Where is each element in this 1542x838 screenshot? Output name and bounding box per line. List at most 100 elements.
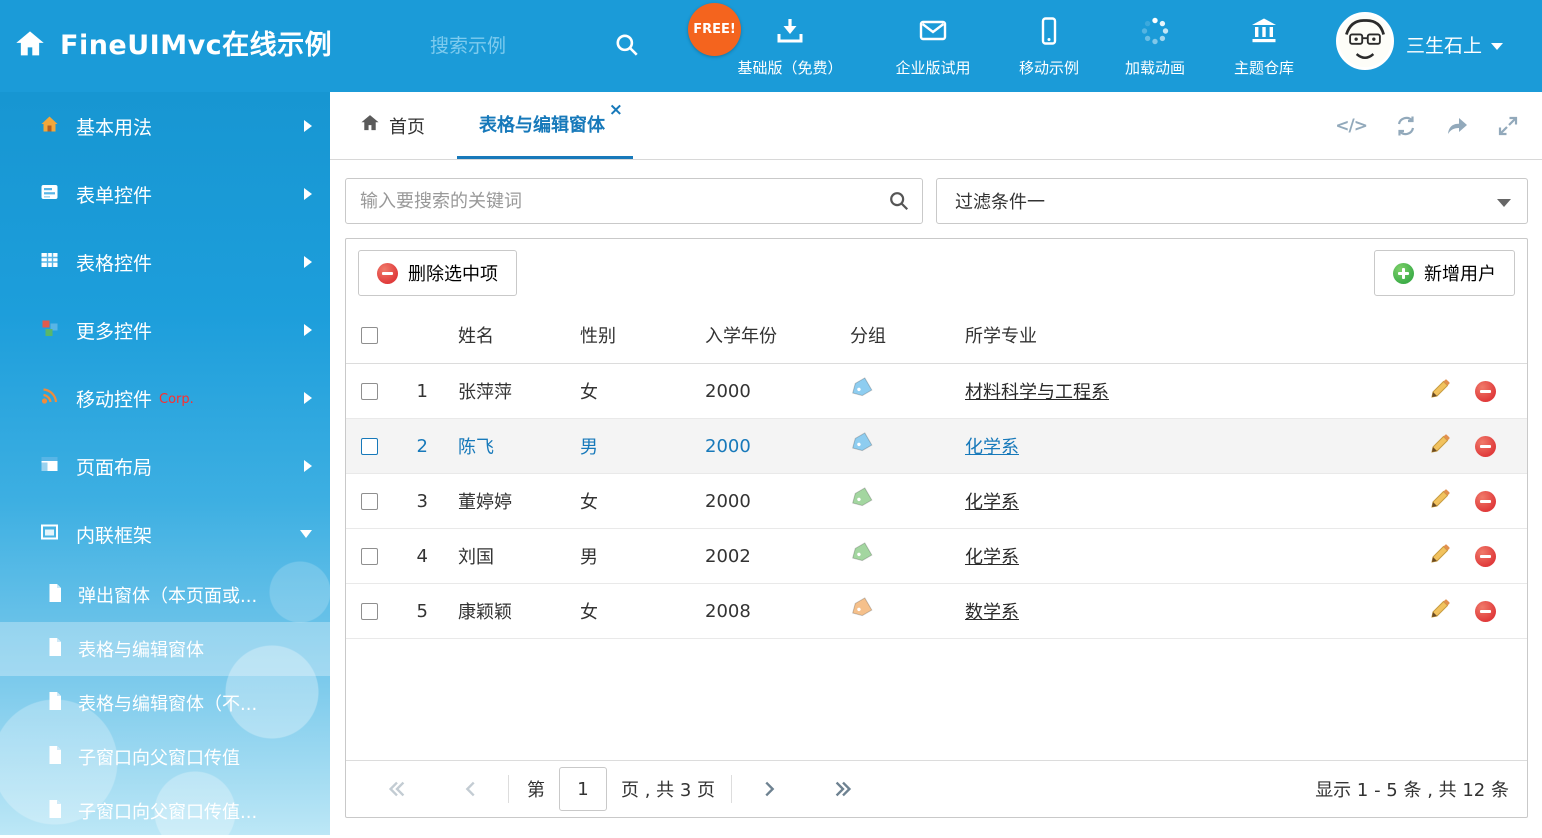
edit-pencil-icon[interactable] [1429, 488, 1451, 515]
nav-item-mobile-demo[interactable]: 移动示例 [989, 0, 1109, 92]
chevron-right-icon [304, 460, 312, 472]
header-search-input[interactable] [430, 27, 595, 65]
nav-label: 主题仓库 [1234, 57, 1294, 78]
chevron-right-icon [304, 256, 312, 268]
sidebar-subitem-label: 弹出窗体（本页面或... [78, 582, 257, 608]
search-icon[interactable] [614, 32, 640, 62]
page-body: 过滤条件一 删除选中项 新增用户 姓名 性别 入学年份 [330, 160, 1542, 818]
tab-tools: </> [1335, 92, 1520, 160]
row-index: 5 [392, 601, 450, 622]
edit-pencil-icon[interactable] [1429, 433, 1451, 460]
search-icon[interactable] [888, 190, 910, 216]
major-link[interactable]: 化学系 [957, 543, 1415, 569]
add-user-label: 新增用户 [1424, 260, 1496, 286]
sidebar-subitem-popup-window[interactable]: 弹出窗体（本页面或... [0, 568, 330, 622]
add-user-button[interactable]: 新增用户 [1374, 250, 1515, 296]
page-number-input[interactable] [559, 767, 607, 811]
cell-gender: 女 [572, 488, 697, 514]
sidebar-subitem-child-to-parent-2[interactable]: 子窗口向父窗口传值... [0, 784, 330, 838]
delete-selected-button[interactable]: 删除选中项 [358, 250, 517, 296]
row-checkbox[interactable] [361, 548, 378, 565]
row-checkbox[interactable] [361, 438, 378, 455]
file-icon [46, 691, 64, 716]
table-row[interactable]: 2 陈飞 男 2000 化学系 [346, 419, 1527, 474]
filter-dropdown[interactable]: 过滤条件一 [936, 178, 1528, 224]
tab-grid-edit-window[interactable]: 表格与编辑窗体 × [457, 92, 633, 159]
cell-group [842, 380, 957, 402]
cell-year: 2000 [697, 381, 842, 402]
source-code-icon[interactable]: </> [1335, 116, 1367, 136]
nav-item-theme-repo[interactable]: 主题仓库 [1204, 0, 1324, 92]
nav-label: 企业版试用 [895, 57, 970, 78]
cell-name: 康颖颖 [450, 598, 572, 624]
delete-row-icon[interactable] [1475, 491, 1496, 512]
filter-row: 过滤条件一 [345, 178, 1528, 224]
share-icon[interactable] [1445, 114, 1469, 138]
sidebar-item-page-layout[interactable]: 页面布局 [0, 432, 330, 500]
home-logo-icon[interactable] [14, 28, 46, 64]
cell-name: 刘国 [450, 543, 572, 569]
major-link[interactable]: 化学系 [957, 488, 1415, 514]
sidebar-subitem-grid-edit-window-2[interactable]: 表格与编辑窗体（不... [0, 676, 330, 730]
keyword-search-input[interactable] [345, 178, 923, 224]
pagination-bar: 第 页 , 共 3 页 显示 1 - 5 条 , 共 12 条 [346, 760, 1527, 817]
frame-icon [40, 523, 59, 545]
row-checkbox[interactable] [361, 493, 378, 510]
delete-row-icon[interactable] [1475, 436, 1496, 457]
sidebar-item-inline-frame[interactable]: 内联框架 [0, 500, 330, 568]
table-row[interactable]: 3 董婷婷 女 2000 化学系 [346, 474, 1527, 529]
sidebar-item-more-controls[interactable]: 更多控件 [0, 296, 330, 364]
prev-page-icon[interactable] [460, 778, 482, 800]
sidebar-item-label: 移动控件 [76, 385, 152, 412]
close-icon[interactable]: × [609, 102, 623, 119]
sidebar-subitem-child-to-parent[interactable]: 子窗口向父窗口传值 [0, 730, 330, 784]
cell-name: 陈飞 [450, 433, 572, 459]
user-menu[interactable]: 三生石上 [1406, 0, 1503, 92]
divider [508, 775, 509, 803]
nav-item-basic-free[interactable]: 基础版（免费） [716, 0, 864, 92]
nav-item-enterprise-trial[interactable]: 企业版试用 [868, 0, 998, 92]
file-icon [46, 583, 64, 608]
table-row[interactable]: 4 刘国 男 2002 化学系 [346, 529, 1527, 584]
table-row[interactable]: 1 张萍萍 女 2000 材料科学与工程系 [346, 364, 1527, 419]
file-icon [46, 745, 64, 770]
sidebar-item-basic-usage[interactable]: 基本用法 [0, 92, 330, 160]
chevron-down-icon [1491, 43, 1503, 50]
delete-row-icon[interactable] [1475, 546, 1496, 567]
refresh-icon[interactable] [1394, 114, 1418, 138]
table-empty-space [346, 639, 1527, 760]
row-checkbox[interactable] [361, 383, 378, 400]
row-actions [1415, 488, 1527, 515]
delete-row-icon[interactable] [1475, 381, 1496, 402]
sidebar-subitem-grid-edit-window[interactable]: 表格与编辑窗体 [0, 622, 330, 676]
sidebar-item-label: 更多控件 [76, 317, 152, 344]
col-name: 姓名 [450, 322, 572, 348]
mobile-icon [1034, 16, 1064, 50]
sidebar-subitem-label: 子窗口向父窗口传值 [78, 744, 240, 770]
col-major: 所学专业 [957, 322, 1415, 348]
table-row[interactable]: 5 康颖颖 女 2008 数学系 [346, 584, 1527, 639]
sidebar-item-grid-controls[interactable]: 表格控件 [0, 228, 330, 296]
major-link[interactable]: 数学系 [957, 598, 1415, 624]
sidebar-item-mobile-controls[interactable]: 移动控件 Corp. [0, 364, 330, 432]
minus-circle-icon [377, 263, 398, 284]
delete-row-icon[interactable] [1475, 601, 1496, 622]
edit-pencil-icon[interactable] [1429, 598, 1451, 625]
row-checkbox[interactable] [361, 603, 378, 620]
sidebar-item-form-controls[interactable]: 表单控件 [0, 160, 330, 228]
col-gender: 性别 [572, 322, 697, 348]
last-page-icon[interactable] [832, 778, 854, 800]
select-all-checkbox[interactable] [361, 327, 378, 344]
expand-icon[interactable] [1496, 114, 1520, 138]
row-index: 4 [392, 546, 450, 567]
major-link[interactable]: 化学系 [957, 433, 1415, 459]
edit-pencil-icon[interactable] [1429, 543, 1451, 570]
nav-item-loading-animation[interactable]: 加载动画 [1095, 0, 1215, 92]
major-link[interactable]: 材料科学与工程系 [957, 378, 1415, 404]
table-icon [40, 251, 59, 273]
first-page-icon[interactable] [386, 778, 408, 800]
next-page-icon[interactable] [758, 778, 780, 800]
edit-pencil-icon[interactable] [1429, 378, 1451, 405]
avatar[interactable] [1336, 12, 1394, 70]
tab-home[interactable]: 首页 [352, 92, 433, 159]
